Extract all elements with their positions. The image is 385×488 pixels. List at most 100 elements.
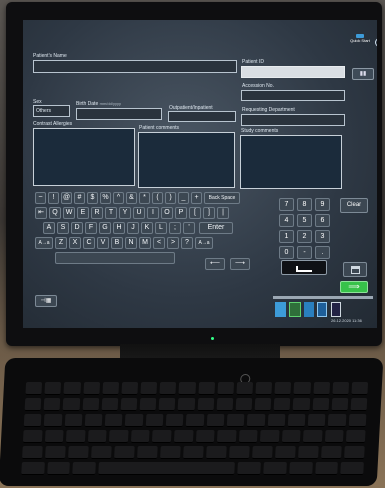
key-letter[interactable]: M — [139, 237, 151, 249]
next-button[interactable]: ⟹ — [340, 281, 368, 293]
barcode-icon: ▮▮ — [359, 71, 367, 77]
key-letter[interactable]: ] — [203, 207, 215, 219]
arrow-left-key[interactable]: ⟵ — [205, 258, 225, 270]
sex-value: Others — [36, 108, 52, 114]
key-letter[interactable]: N — [125, 237, 137, 249]
numpad-enter-button[interactable] — [281, 260, 327, 275]
patient-comments-textarea[interactable] — [138, 132, 235, 188]
key-letter[interactable]: R — [91, 207, 103, 219]
space-key[interactable] — [55, 252, 175, 264]
accession-input[interactable] — [241, 90, 345, 101]
key-letter[interactable]: < — [153, 237, 165, 249]
key-symbol[interactable]: * — [139, 192, 150, 204]
key-symbol[interactable]: _ — [178, 192, 189, 204]
key-letter[interactable]: P — [175, 207, 187, 219]
key-letter[interactable]: G — [99, 222, 111, 234]
numpad-key[interactable]: 3 — [315, 230, 330, 243]
keyboard-toggle-button[interactable]: ⊣▦ — [35, 295, 57, 307]
key-letter[interactable]: V — [97, 237, 109, 249]
key-letter[interactable]: S — [57, 222, 69, 234]
numpad-key[interactable]: 8 — [297, 198, 312, 211]
key-symbol[interactable]: ) — [165, 192, 176, 204]
keyboard-row — [23, 414, 367, 427]
study-comments-textarea[interactable] — [240, 135, 342, 189]
status-progress-bar — [273, 296, 373, 299]
shift-key[interactable]: A→a — [195, 237, 213, 249]
key-symbol[interactable]: $ — [87, 192, 98, 204]
calendar-button[interactable] — [343, 262, 367, 277]
shift-key[interactable]: A→a — [35, 237, 53, 249]
network-status-icon — [275, 302, 286, 317]
key-letter[interactable]: ? — [181, 237, 193, 249]
key-letter[interactable]: K — [141, 222, 153, 234]
key-letter[interactable]: | — [217, 207, 229, 219]
key-symbol[interactable]: ^ — [113, 192, 124, 204]
key-letter[interactable]: ' — [183, 222, 195, 234]
key-symbol[interactable]: ~ — [35, 192, 46, 204]
key-letter[interactable]: F — [85, 222, 97, 234]
contrast-allergies-textarea[interactable] — [33, 128, 135, 186]
key-symbol[interactable]: + — [191, 192, 202, 204]
key-letter[interactable]: H — [113, 222, 125, 234]
enter-key[interactable]: Enter — [199, 222, 233, 234]
monitor-status-icon — [317, 302, 327, 317]
key-letter[interactable]: Z — [55, 237, 67, 249]
key-letter[interactable]: Q — [49, 207, 61, 219]
key-letter[interactable]: J — [127, 222, 139, 234]
sex-select[interactable]: Others — [33, 105, 70, 117]
barcode-scan-button[interactable]: ▮▮ — [352, 68, 374, 80]
key-letter[interactable]: X — [69, 237, 81, 249]
patient-name-input[interactable] — [33, 60, 237, 73]
key-symbol[interactable]: & — [126, 192, 137, 204]
key-letter[interactable]: C — [83, 237, 95, 249]
keyboard-row — [24, 398, 368, 411]
patient-id-input[interactable] — [241, 66, 345, 78]
quick-start-button[interactable]: Quick Start — [350, 34, 370, 48]
backspace-key[interactable]: Back Space — [204, 192, 240, 204]
clear-button[interactable]: Clear — [340, 198, 368, 213]
key-letter[interactable]: [ — [189, 207, 201, 219]
key-letter[interactable]: T — [105, 207, 117, 219]
key-symbol[interactable]: % — [100, 192, 111, 204]
screen: Quick Start ? Patient's Name Patient ID … — [23, 20, 377, 328]
numpad-key[interactable]: . — [315, 246, 330, 259]
numpad-key[interactable]: 5 — [297, 214, 312, 227]
key-symbol[interactable]: ( — [152, 192, 163, 204]
numpad-key[interactable]: 0 — [279, 246, 294, 259]
numpad-key[interactable]: 1 — [279, 230, 294, 243]
numpad-key[interactable]: 4 — [279, 214, 294, 227]
patient-comments-label: Patient comments — [139, 125, 180, 131]
numpad-key[interactable]: 9 — [315, 198, 330, 211]
key-letter[interactable]: U — [133, 207, 145, 219]
requesting-dept-input[interactable] — [241, 114, 345, 126]
power-led-icon — [211, 337, 214, 340]
exit-icon[interactable] — [331, 302, 341, 317]
arrow-right-key[interactable]: ⟶ — [230, 258, 250, 270]
key-letter[interactable]: B — [111, 237, 123, 249]
key-symbol[interactable]: @ — [61, 192, 72, 204]
key-letter[interactable]: A — [43, 222, 55, 234]
key-symbol[interactable]: # — [74, 192, 85, 204]
key-letter[interactable]: I — [147, 207, 159, 219]
key-letter[interactable]: D — [71, 222, 83, 234]
calendar-icon — [351, 266, 360, 274]
tab-key[interactable]: ⇤ — [35, 207, 47, 219]
clock-text: 26.12.2020 11:36 — [331, 318, 362, 323]
key-letter[interactable]: E — [77, 207, 89, 219]
numpad-key[interactable]: 2 — [297, 230, 312, 243]
physical-keyboard — [0, 358, 384, 486]
birth-date-input[interactable] — [76, 108, 162, 120]
key-letter[interactable]: L — [155, 222, 167, 234]
help-icon[interactable]: ? — [375, 38, 377, 47]
numpad-key[interactable]: 7 — [279, 198, 294, 211]
numpad-key[interactable]: 6 — [315, 214, 330, 227]
key-symbol[interactable]: ! — [48, 192, 59, 204]
key-letter[interactable]: Y — [119, 207, 131, 219]
key-letter[interactable]: W — [63, 207, 75, 219]
key-letter[interactable]: > — [167, 237, 179, 249]
detector-status-icon — [304, 302, 314, 317]
key-letter[interactable]: ; — [169, 222, 181, 234]
key-letter[interactable]: O — [161, 207, 173, 219]
outpatient-select[interactable] — [168, 111, 236, 122]
numpad-key[interactable]: - — [297, 246, 312, 259]
